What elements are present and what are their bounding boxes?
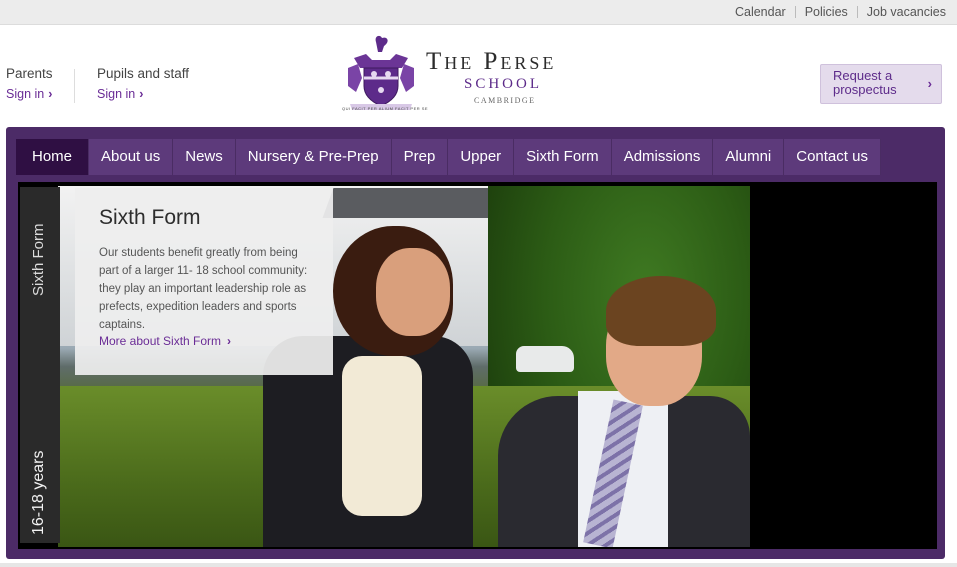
nav-item-prep[interactable]: Prep	[391, 139, 449, 175]
nav-item-home[interactable]: Home	[16, 139, 90, 175]
nav-item-news[interactable]: News	[173, 139, 236, 175]
side-tab-age-text: 16-18 years	[30, 450, 47, 536]
side-tab-title-text: Sixth Form	[30, 223, 47, 296]
nav-item-nursery-pre-prep[interactable]: Nursery & Pre-Prep	[235, 139, 392, 175]
nav-item-sixth-form[interactable]: Sixth Form	[514, 139, 612, 175]
parents-label: Parents	[6, 66, 53, 81]
prospectus-line-2: prospectus	[833, 82, 897, 97]
hero-description: Our students benefit greatly from being …	[99, 247, 308, 331]
utility-bar: Calendar Policies Job vacancies	[0, 0, 957, 25]
more-link-text: More about Sixth Form	[99, 334, 222, 348]
divider	[74, 69, 75, 103]
prospectus-line-1: Request a	[833, 68, 893, 83]
nav-item-about-us[interactable]: About us	[89, 139, 174, 175]
parents-signin-link[interactable]: Sign in ›	[6, 87, 53, 101]
nav-item-admissions[interactable]: Admissions	[611, 139, 714, 175]
school-motto: QUI FACIT PER ALIUM FACIT PER SE	[342, 106, 429, 111]
side-tab-age-range: 16-18 years	[22, 435, 58, 536]
nav-item-alumni[interactable]: Alumni	[713, 139, 785, 175]
chevron-right-icon: ›	[227, 334, 232, 348]
pupils-label: Pupils and staff	[97, 66, 190, 81]
chevron-right-icon: ›	[48, 87, 53, 101]
parents-signin-text: Sign in	[6, 87, 45, 101]
hero-title: Sixth Form	[99, 206, 201, 229]
chevron-right-icon: ›	[927, 76, 932, 91]
request-prospectus-button[interactable]: Request a prospectus ›	[820, 64, 942, 104]
main-nav: Home About us News Nursery & Pre-Prep Pr…	[16, 139, 881, 175]
footer-edge	[0, 563, 957, 567]
school-crest-logo[interactable]	[344, 34, 418, 114]
calendar-link[interactable]: Calendar	[726, 5, 795, 19]
side-tab-title: Sixth Form	[22, 204, 58, 324]
nav-item-contact-us[interactable]: Contact us	[784, 139, 881, 175]
school-city: CAMBRIDGE	[474, 96, 536, 105]
pupils-signin: Pupils and staff Sign in ›	[97, 66, 189, 101]
pupils-signin-text: Sign in	[97, 87, 136, 101]
chevron-right-icon: ›	[139, 87, 144, 101]
more-about-sixth-form-link[interactable]: More about Sixth Form ›	[99, 334, 309, 348]
school-subtitle: SCHOOL	[464, 76, 543, 92]
parents-signin: Parents Sign in ›	[6, 66, 53, 101]
pupils-signin-link[interactable]: Sign in ›	[97, 87, 189, 101]
hero-info-panel: Sixth Form Our students benefit greatly …	[75, 188, 333, 375]
nav-item-upper[interactable]: Upper	[448, 139, 515, 175]
policies-link[interactable]: Policies	[796, 5, 857, 19]
job-vacancies-link[interactable]: Job vacancies	[858, 5, 957, 19]
school-name: The Perse	[426, 48, 557, 75]
